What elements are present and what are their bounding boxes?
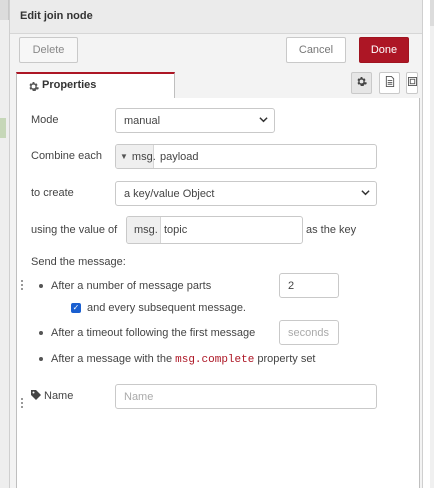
bullet [39, 284, 43, 288]
tag-icon [31, 390, 41, 403]
complete-prefix: After a message with the [51, 353, 173, 365]
cancel-button[interactable]: Cancel [286, 37, 346, 63]
timeout-label: After a timeout following the first mess… [51, 327, 256, 339]
after-parts-label: After a number of message parts [51, 280, 212, 292]
done-button[interactable]: Done [359, 37, 409, 63]
using-label: using the value of [31, 224, 118, 236]
using-value: topic [164, 224, 188, 236]
sidebar-toolbar-edge [430, 0, 434, 26]
appearance-tab-button[interactable] [406, 72, 418, 94]
name-label: Name [31, 390, 73, 403]
send-label: Send the message: [31, 256, 126, 268]
workspace-gutter [0, 0, 9, 488]
create-label: to create [31, 187, 74, 199]
description-tab-button[interactable] [379, 72, 400, 94]
combine-typed-input[interactable]: ▼ msg. payload [115, 144, 377, 169]
as-key-label: as the key [306, 224, 357, 236]
combine-label: Combine each [31, 150, 102, 162]
create-select[interactable]: a key/value Object [115, 181, 377, 206]
complete-suffix: property set [257, 353, 316, 365]
workspace-node-edge [0, 118, 6, 138]
mode-label: Mode [31, 114, 59, 126]
subsequent-checkbox[interactable]: ✓ [71, 303, 81, 313]
tray-title: Edit join node [20, 10, 93, 22]
chevron-down-icon [361, 188, 370, 199]
tab-bar: Properties [16, 72, 418, 99]
chevron-down-icon [259, 115, 268, 126]
mode-select-value: manual [124, 115, 161, 127]
using-typed-input[interactable]: msg. topic [126, 216, 303, 244]
bullet [39, 331, 43, 335]
combine-value: payload [160, 151, 199, 163]
edit-tray: Edit join node Delete Cancel Done Proper… [9, 0, 423, 488]
resize-handle[interactable] [21, 398, 23, 412]
tray-header: Edit join node [10, 0, 422, 34]
properties-panel: Mode manual Combine each ▼ msg. payload … [16, 98, 420, 488]
appearance-icon [407, 77, 417, 89]
combine-type-selector[interactable]: ▼ msg. [116, 145, 156, 168]
mode-select[interactable]: manual [115, 108, 275, 133]
name-input[interactable]: Name [115, 384, 377, 409]
subsequent-label: and every subsequent message. [87, 302, 246, 314]
name-label-text: Name [44, 390, 74, 402]
complete-code: msg.complete [175, 354, 255, 366]
workspace-toolbar-edge [0, 0, 9, 20]
combine-type-label: msg. [131, 150, 156, 163]
caret-down-icon: ▼ [120, 152, 128, 161]
using-type-selector[interactable]: msg. [127, 217, 161, 243]
gear-icon [356, 76, 367, 90]
using-type-label: msg. [134, 224, 158, 236]
description-icon [385, 76, 395, 90]
sidebar-gutter [430, 0, 434, 488]
tab-properties-label: Properties [42, 79, 97, 91]
node-settings-tab-button[interactable] [351, 72, 372, 94]
resize-handle[interactable] [21, 280, 23, 294]
create-select-value: a key/value Object [124, 188, 215, 200]
complete-label: After a message with the msg.complete pr… [51, 353, 316, 366]
tab-properties[interactable]: Properties [16, 72, 175, 99]
parts-count-input[interactable]: 2 [279, 273, 339, 298]
bullet [39, 357, 43, 361]
delete-button[interactable]: Delete [19, 37, 78, 63]
timeout-input[interactable]: seconds [279, 320, 339, 345]
gear-icon [27, 80, 39, 92]
